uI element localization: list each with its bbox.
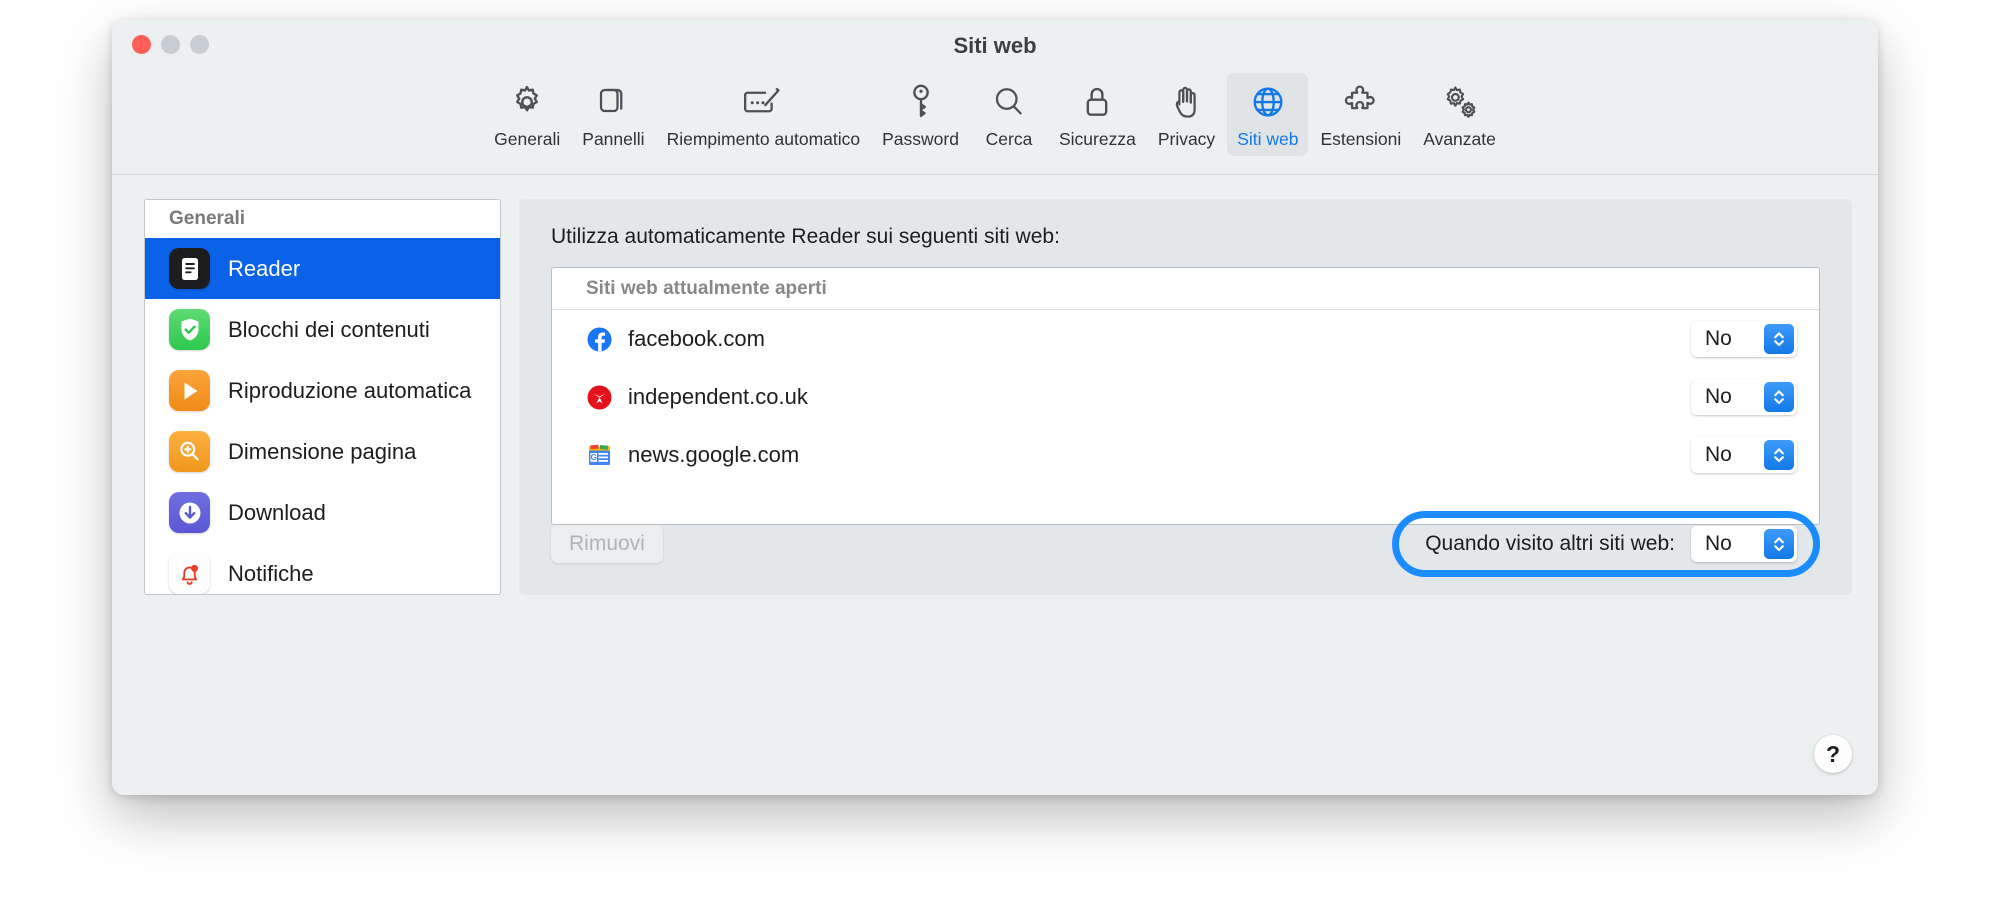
sidebar-item-label: Riproduzione automatica <box>228 378 471 404</box>
window-title: Siti web <box>112 33 1878 59</box>
sidebar-item-label: Notifiche <box>228 561 314 587</box>
google-news-favicon: G <box>586 442 612 468</box>
sidebar-item-blocchi-dei-contenuti[interactable]: Blocchi dei contenuti <box>145 299 500 360</box>
toolbar-item-generali[interactable]: Generali <box>484 73 570 156</box>
play-icon <box>169 370 210 411</box>
toolbar-item-label: Riempimento automatico <box>667 129 861 150</box>
toolbar-item-label: Estensioni <box>1320 129 1401 150</box>
select-value: No <box>1705 385 1764 409</box>
sidebar-item-label: Dimensione pagina <box>228 439 416 465</box>
sidebar-item-dimensione-pagina[interactable]: Dimensione pagina <box>145 421 500 482</box>
table-row[interactable]: G news.google.com No <box>552 426 1819 484</box>
websites-list: Siti web attualmente aperti facebook.com… <box>551 267 1820 525</box>
table-row[interactable]: independent.co.uk No <box>552 368 1819 426</box>
sidebar-item-download[interactable]: Download <box>145 482 500 543</box>
toolbar-item-label: Generali <box>494 129 560 150</box>
reader-mode-select-google-news[interactable]: No <box>1691 437 1797 473</box>
svg-text:G: G <box>590 453 596 462</box>
independent-favicon <box>586 384 612 410</box>
toolbar-item-label: Pannelli <box>582 129 644 150</box>
panel-footer: Rimuovi Quando visito altri siti web: No <box>551 515 1820 573</box>
globe-icon <box>1249 81 1287 123</box>
select-value: No <box>1705 532 1764 556</box>
site-name: news.google.com <box>628 442 1675 468</box>
sidebar-item-label: Blocchi dei contenuti <box>228 317 430 343</box>
chevron-updown-icon <box>1764 529 1794 559</box>
sidebar-item-riproduzione-automatica[interactable]: Riproduzione automatica <box>145 360 500 421</box>
shield-check-icon <box>169 309 210 350</box>
bell-icon <box>169 553 210 594</box>
toolbar-item-cerca[interactable]: Cerca <box>971 73 1047 156</box>
autofill-icon <box>743 81 783 123</box>
title-bar: Siti web <box>112 20 1878 67</box>
reader-icon <box>169 248 210 289</box>
chevron-updown-icon <box>1764 324 1794 354</box>
toolbar-item-password[interactable]: Password <box>872 73 969 156</box>
toolbar-item-label: Cerca <box>986 129 1033 150</box>
lock-icon <box>1080 81 1114 123</box>
sidebar-header: Generali <box>145 200 500 238</box>
remove-button[interactable]: Rimuovi <box>551 525 663 563</box>
preferences-body: Generali Reader <box>112 175 1878 795</box>
reader-mode-select-independent[interactable]: No <box>1691 379 1797 415</box>
websites-list-header: Siti web attualmente aperti <box>552 268 1819 310</box>
zoom-in-icon <box>169 431 210 472</box>
gears-icon <box>1440 81 1480 123</box>
select-value: No <box>1705 327 1764 351</box>
download-icon <box>169 492 210 533</box>
toolbar-item-privacy[interactable]: Privacy <box>1148 73 1225 156</box>
other-sites-highlight: Quando visito altri siti web: No <box>1392 511 1820 577</box>
other-sites-select[interactable]: No <box>1691 526 1797 562</box>
search-icon <box>991 81 1027 123</box>
reader-settings-panel: Utilizza automaticamente Reader sui segu… <box>519 199 1852 595</box>
toolbar-item-label: Sicurezza <box>1059 129 1136 150</box>
hand-icon <box>1170 81 1204 123</box>
sidebar-item-label: Reader <box>228 256 300 282</box>
toolbar-item-label: Password <box>882 129 959 150</box>
toolbar-item-label: Avanzate <box>1423 129 1496 150</box>
toolbar-item-label: Privacy <box>1158 129 1215 150</box>
settings-sidebar: Generali Reader <box>144 199 501 595</box>
facebook-favicon <box>586 326 612 352</box>
toolbar-item-label: Siti web <box>1237 129 1298 150</box>
gear-icon <box>508 81 546 123</box>
reader-mode-select-facebook[interactable]: No <box>1691 321 1797 357</box>
other-sites-label: Quando visito altri siti web: <box>1425 532 1675 556</box>
toolbar-item-sicurezza[interactable]: Sicurezza <box>1049 73 1146 156</box>
preferences-toolbar: Generali Pannelli <box>112 67 1878 175</box>
sidebar-item-notifiche[interactable]: Notifiche <box>145 543 500 595</box>
toolbar-item-estensioni[interactable]: Estensioni <box>1310 73 1411 156</box>
panel-heading: Utilizza automaticamente Reader sui segu… <box>551 225 1820 249</box>
puzzle-icon <box>1341 81 1381 123</box>
toolbar-item-siti-web[interactable]: Siti web <box>1227 73 1308 156</box>
toolbar-item-avanzate[interactable]: Avanzate <box>1413 73 1506 156</box>
toolbar-item-riempimento-automatico[interactable]: Riempimento automatico <box>657 73 871 156</box>
chevron-updown-icon <box>1764 382 1794 412</box>
sidebar-item-reader[interactable]: Reader <box>145 238 500 299</box>
site-name: facebook.com <box>628 326 1675 352</box>
help-button[interactable]: ? <box>1814 735 1852 773</box>
tabs-icon <box>595 81 631 123</box>
site-name: independent.co.uk <box>628 384 1675 410</box>
key-icon <box>904 81 938 123</box>
select-value: No <box>1705 443 1764 467</box>
sidebar-item-label: Download <box>228 500 326 526</box>
preferences-window: Siti web Generali Pannelli <box>112 20 1878 795</box>
toolbar-item-pannelli[interactable]: Pannelli <box>572 73 654 156</box>
table-row[interactable]: facebook.com No <box>552 310 1819 368</box>
chevron-updown-icon <box>1764 440 1794 470</box>
